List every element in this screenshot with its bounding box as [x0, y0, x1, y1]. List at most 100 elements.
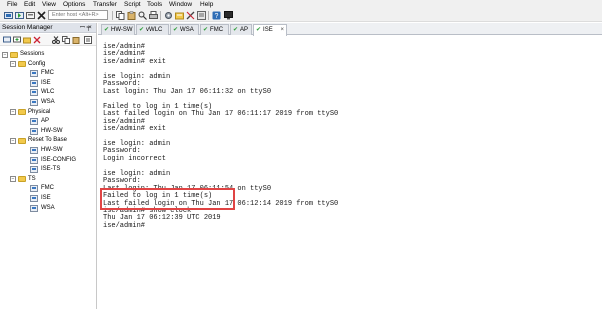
menu-file[interactable]: File [7, 0, 17, 9]
toolbar-separator [160, 11, 161, 20]
session-icon [30, 185, 38, 193]
connected-check-icon: ✔ [233, 27, 239, 33]
close-icon[interactable]: × [88, 23, 92, 33]
tab-fmc[interactable]: ✔ FMC [200, 24, 229, 35]
session-options-icon[interactable] [197, 11, 206, 20]
menu-transfer[interactable]: Transfer [93, 0, 117, 9]
terminal-line: Login incorrect [103, 154, 167, 163]
session-icon [30, 204, 38, 212]
connect-session-icon[interactable] [3, 36, 11, 44]
disconnect-icon[interactable] [37, 11, 46, 20]
menu-window[interactable]: Window [169, 0, 192, 9]
terminal-line: ise/admin# [103, 221, 146, 230]
svg-text:?: ? [215, 13, 219, 20]
terminal-line: ise/admin# exit [103, 125, 167, 133]
menu-view[interactable]: View [42, 0, 56, 9]
settings-icon[interactable] [164, 11, 173, 20]
menu-edit[interactable]: Edit [24, 0, 35, 9]
highlight-box [100, 188, 235, 210]
collapse-toggle-icon[interactable]: − [10, 176, 16, 183]
session-manager-title-text: Session Manager [2, 24, 53, 31]
keymap-icon[interactable] [186, 11, 195, 20]
collapse-toggle-icon[interactable]: − [10, 137, 16, 144]
tree-item-label: WLC [41, 89, 55, 96]
quick-connect-icon[interactable] [15, 11, 24, 20]
copy-icon[interactable] [116, 11, 125, 20]
paste-icon[interactable] [72, 36, 80, 44]
tab-wsa[interactable]: ✔ WSA [170, 24, 199, 35]
session-icon [30, 156, 38, 164]
session-icon [30, 79, 38, 87]
session-icon [30, 99, 38, 106]
paste-icon[interactable] [127, 11, 136, 20]
sftp-icon[interactable] [175, 11, 184, 20]
tab-label: AP [240, 27, 249, 33]
new-tab-icon[interactable] [26, 11, 35, 20]
collapse-toggle-icon[interactable]: − [10, 109, 16, 116]
tab-label: vWLC [146, 27, 163, 33]
tab-vwlc[interactable]: ✔ vWLC [136, 24, 169, 35]
tree-item-label: AP [41, 118, 50, 125]
delete-icon[interactable] [33, 36, 41, 44]
close-tab-icon[interactable]: × [280, 25, 284, 35]
collapse-toggle-icon[interactable]: − [2, 51, 8, 58]
connected-check-icon: ✔ [256, 27, 262, 33]
tab-bar: ✔ HW-SW ✔ vWLC ✔ WSA ✔ FMC ✔ AP ✔ ISE × [98, 23, 602, 36]
monitor-icon[interactable] [224, 11, 233, 20]
help-icon[interactable]: ? [212, 11, 221, 20]
connected-check-icon: ✔ [173, 27, 179, 33]
properties-icon[interactable] [84, 36, 92, 44]
folder-icon [18, 137, 26, 144]
session-manager-title: Session Manager ꟷ ╕ × [0, 23, 96, 33]
session-icon [30, 127, 38, 135]
tree-item-label: WSA [41, 204, 55, 211]
toolbar-separator [208, 11, 209, 20]
toolbar: ? [0, 9, 602, 22]
menu-script[interactable]: Script [124, 0, 141, 9]
tree-item-label: ISE [41, 195, 51, 201]
menu-tools[interactable]: Tools [147, 0, 162, 9]
tree-item-label: Reset To Base [28, 137, 67, 144]
find-icon[interactable] [138, 11, 147, 20]
tree-item-label: ISE-CONFIG [41, 156, 77, 163]
menu-help[interactable]: Help [200, 0, 213, 9]
session-icon [30, 70, 38, 78]
tree-item-label: Config [28, 60, 46, 67]
tab-label: FMC [210, 27, 224, 33]
folder-icon [10, 51, 18, 58]
new-folder-icon[interactable] [23, 36, 31, 44]
cut-icon[interactable] [52, 36, 60, 44]
tree-item-label: WSA [41, 99, 55, 105]
connected-check-icon: ✔ [104, 27, 110, 33]
tab-hw-sw[interactable]: ✔ HW-SW [101, 24, 135, 35]
copy-icon[interactable] [62, 36, 70, 44]
tab-label: WSA [180, 27, 194, 33]
menu-bar: File Edit View Options Transfer Script T… [0, 0, 602, 9]
tree-item-label: FMC [41, 70, 54, 77]
new-session-icon[interactable] [13, 36, 21, 44]
terminal-output[interactable]: ise/admin# ise/admin# ise/admin# exit ise l… [98, 36, 602, 309]
session-icon [30, 147, 38, 154]
tab-ap[interactable]: ✔ AP [230, 24, 252, 35]
tree-item-label: HW-SW [41, 127, 63, 134]
tree-item-label: FMC [41, 185, 54, 192]
print-icon[interactable] [149, 11, 158, 20]
session-icon [30, 89, 38, 97]
menu-options[interactable]: Options [63, 0, 85, 9]
session-icon [30, 166, 38, 174]
tree-item-label: HW-SW [41, 147, 63, 153]
tree-item-label: ISE [41, 79, 51, 86]
tab-ise[interactable]: ✔ ISE × [253, 24, 287, 36]
collapse-toggle-icon[interactable]: − [10, 61, 16, 68]
connected-check-icon: ✔ [139, 27, 145, 33]
tree-item-label: Sessions [20, 51, 45, 57]
tree-item-label: ISE-TS [41, 166, 61, 173]
toolbar-separator [112, 11, 113, 20]
tree-item-label: TS [28, 175, 36, 182]
terminal-line: ise/admin# exit [103, 57, 167, 66]
connect-icon[interactable] [4, 11, 13, 20]
terminal-line: Last failed login on Thu Jan 17 06:11:17… [103, 110, 339, 118]
session-manager-panel: Session Manager ꟷ ╕ × − Sessions − Config FM… [0, 23, 97, 309]
folder-icon [18, 176, 26, 183]
host-input[interactable] [48, 10, 108, 20]
